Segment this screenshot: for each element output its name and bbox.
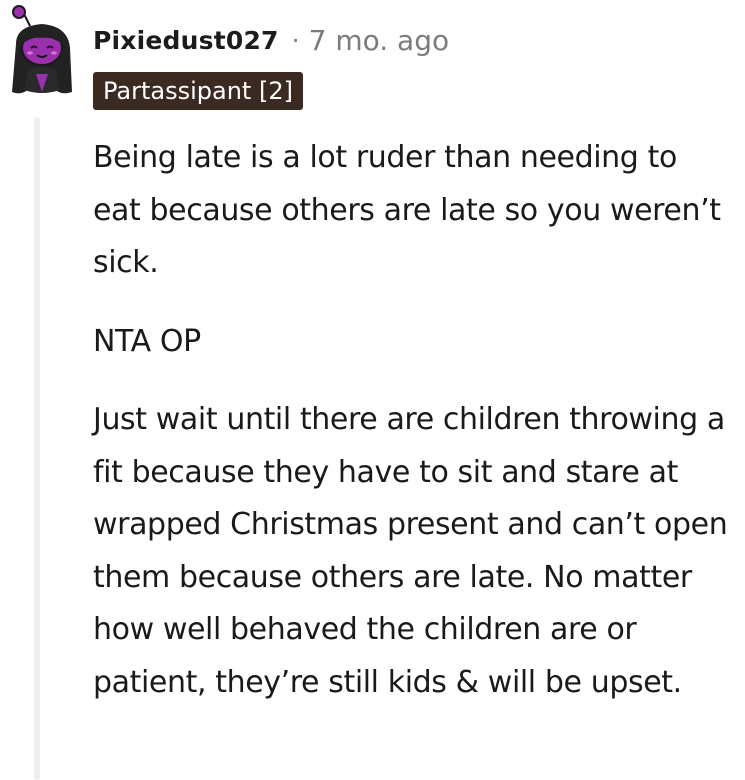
snoo-avatar-icon [12, 5, 72, 94]
comment-paragraph: Being late is a lot ruder than needing t… [93, 140, 721, 280]
comment-paragraph: Just wait until there are children throw… [93, 402, 728, 700]
user-flair-badge: Partassipant [2] [93, 72, 303, 110]
comment-paragraph: NTA OP [93, 323, 201, 359]
username-link[interactable]: Pixiedust027 [93, 26, 279, 55]
comment-meta: Pixiedust027 · 7 mo. ago [93, 20, 449, 60]
thread-collapse-line[interactable] [34, 117, 40, 780]
user-avatar[interactable] [6, 4, 78, 100]
comment-body: Being late is a lot ruder than needing t… [93, 132, 733, 735]
meta-separator: · [291, 25, 300, 55]
comment: Pixiedust027 · 7 mo. ago Partassipant [2… [0, 0, 745, 780]
timestamp-link[interactable]: 7 mo. ago [309, 24, 450, 57]
